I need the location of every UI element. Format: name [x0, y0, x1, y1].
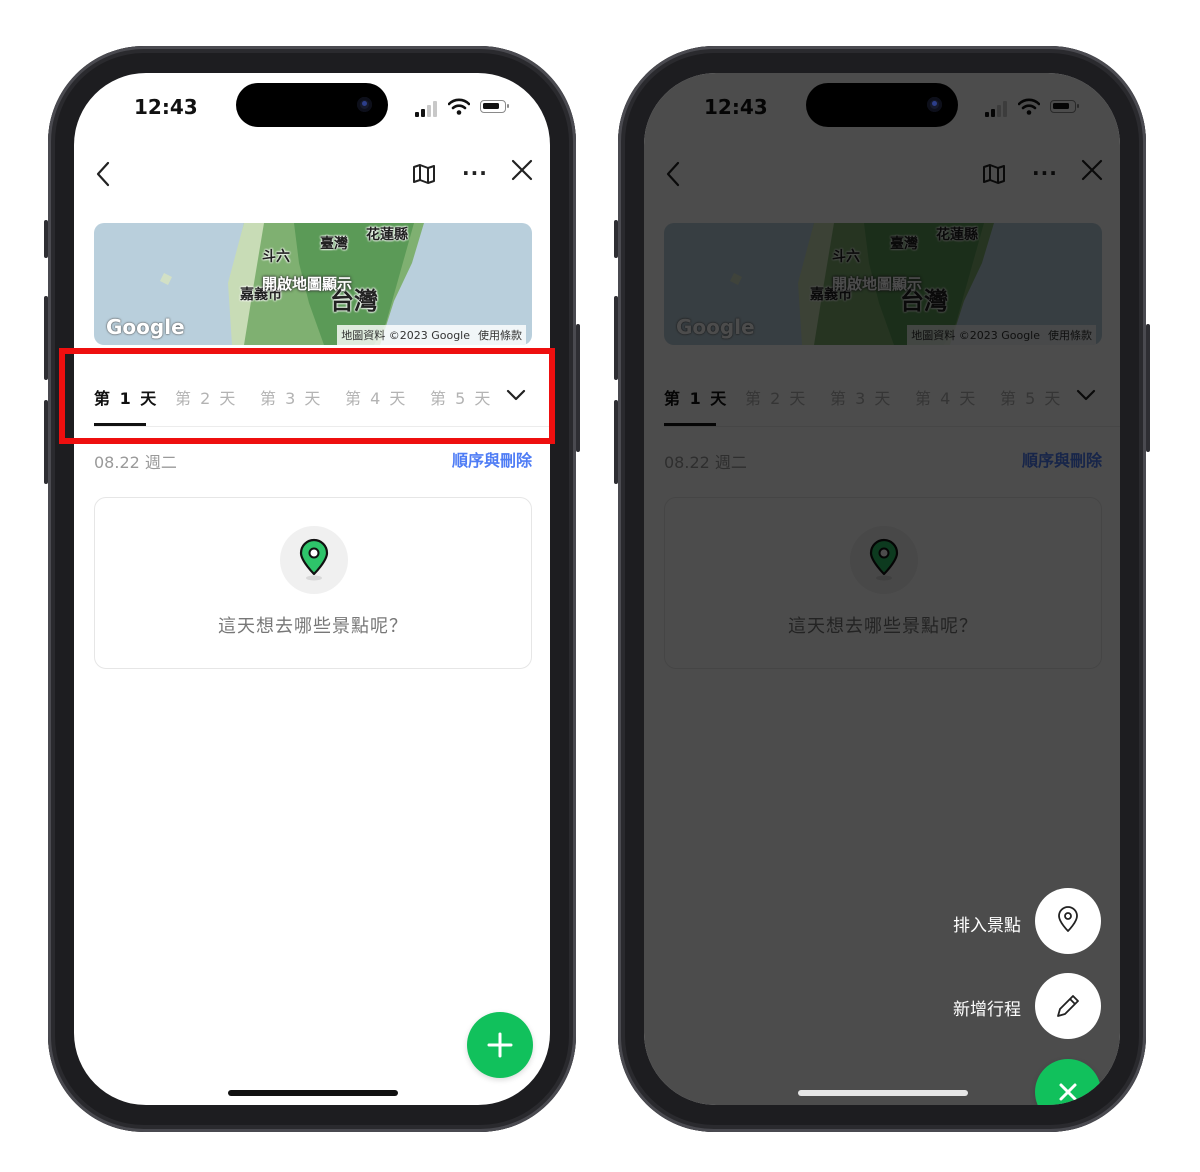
side-button [614, 296, 618, 380]
pencil-icon [1057, 995, 1079, 1017]
add-fab-button[interactable] [467, 1012, 533, 1078]
empty-state-card[interactable]: 這天想去哪些景點呢？ [94, 497, 532, 669]
map-label: 臺灣 [320, 236, 348, 252]
camera-icon [357, 97, 372, 112]
home-indicator [228, 1090, 398, 1096]
add-spot-label[interactable]: 排入景點 [953, 911, 1021, 936]
map-terms-link[interactable]: 使用條款 [478, 327, 522, 343]
pin-badge [280, 526, 348, 594]
side-button [614, 220, 618, 258]
chevron-left-icon[interactable] [96, 161, 110, 187]
app-screen-left: 12:43 ··· 花蓮縣 斗六 臺灣 嘉義市 台灣 開啟地圖顯示 Google… [74, 73, 550, 1105]
more-icon[interactable]: ··· [462, 161, 488, 185]
add-spot-button[interactable] [1035, 888, 1101, 954]
map-attribution-text: 地圖資料 ©2023 Google [341, 329, 470, 342]
app-screen-right: 12:43 ··· 花蓮縣 [644, 73, 1120, 1105]
order-delete-link[interactable]: 順序與刪除 [452, 447, 532, 471]
side-button [1146, 324, 1150, 452]
phone-frame-left: 12:43 ··· 花蓮縣 斗六 臺灣 嘉義市 台灣 開啟地圖顯示 Google… [44, 46, 580, 1132]
map-icon[interactable] [412, 163, 436, 185]
side-button [576, 324, 580, 452]
camera-icon [927, 97, 942, 112]
dynamic-island [806, 83, 958, 127]
map-attribution: 地圖資料 ©2023 Google 使用條款 [337, 325, 526, 345]
wifi-icon [448, 98, 470, 115]
plus-icon [487, 1032, 513, 1058]
day-date: 08.22 週二 [94, 453, 177, 472]
map-preview[interactable]: 花蓮縣 斗六 臺灣 嘉義市 台灣 開啟地圖顯示 Google 地圖資料 ©202… [94, 223, 532, 345]
location-pin-icon [1058, 906, 1078, 932]
home-indicator [798, 1090, 968, 1096]
map-label: 花蓮縣 [366, 227, 408, 243]
tabs-highlight-box [59, 348, 555, 444]
side-button [44, 220, 48, 258]
add-itinerary-button[interactable] [1035, 973, 1101, 1039]
side-button [614, 400, 618, 484]
signal-icon [415, 101, 441, 117]
close-icon[interactable] [511, 159, 533, 181]
side-button [44, 296, 48, 380]
close-fab-button[interactable] [1035, 1059, 1101, 1105]
location-pin-icon [299, 538, 329, 581]
close-icon [1059, 1083, 1077, 1101]
status-time: 12:43 [134, 95, 198, 119]
add-itinerary-label[interactable]: 新增行程 [953, 995, 1021, 1020]
side-button [44, 400, 48, 484]
google-logo: Google [106, 315, 185, 339]
phone-frame-right: 12:43 ··· 花蓮縣 [614, 46, 1150, 1132]
battery-icon [480, 100, 509, 113]
map-label: 斗六 [262, 249, 290, 265]
dynamic-island [236, 83, 388, 127]
empty-state-prompt: 這天想去哪些景點呢？ [218, 616, 408, 637]
map-overlay-text[interactable]: 開啟地圖顯示 [262, 273, 352, 294]
